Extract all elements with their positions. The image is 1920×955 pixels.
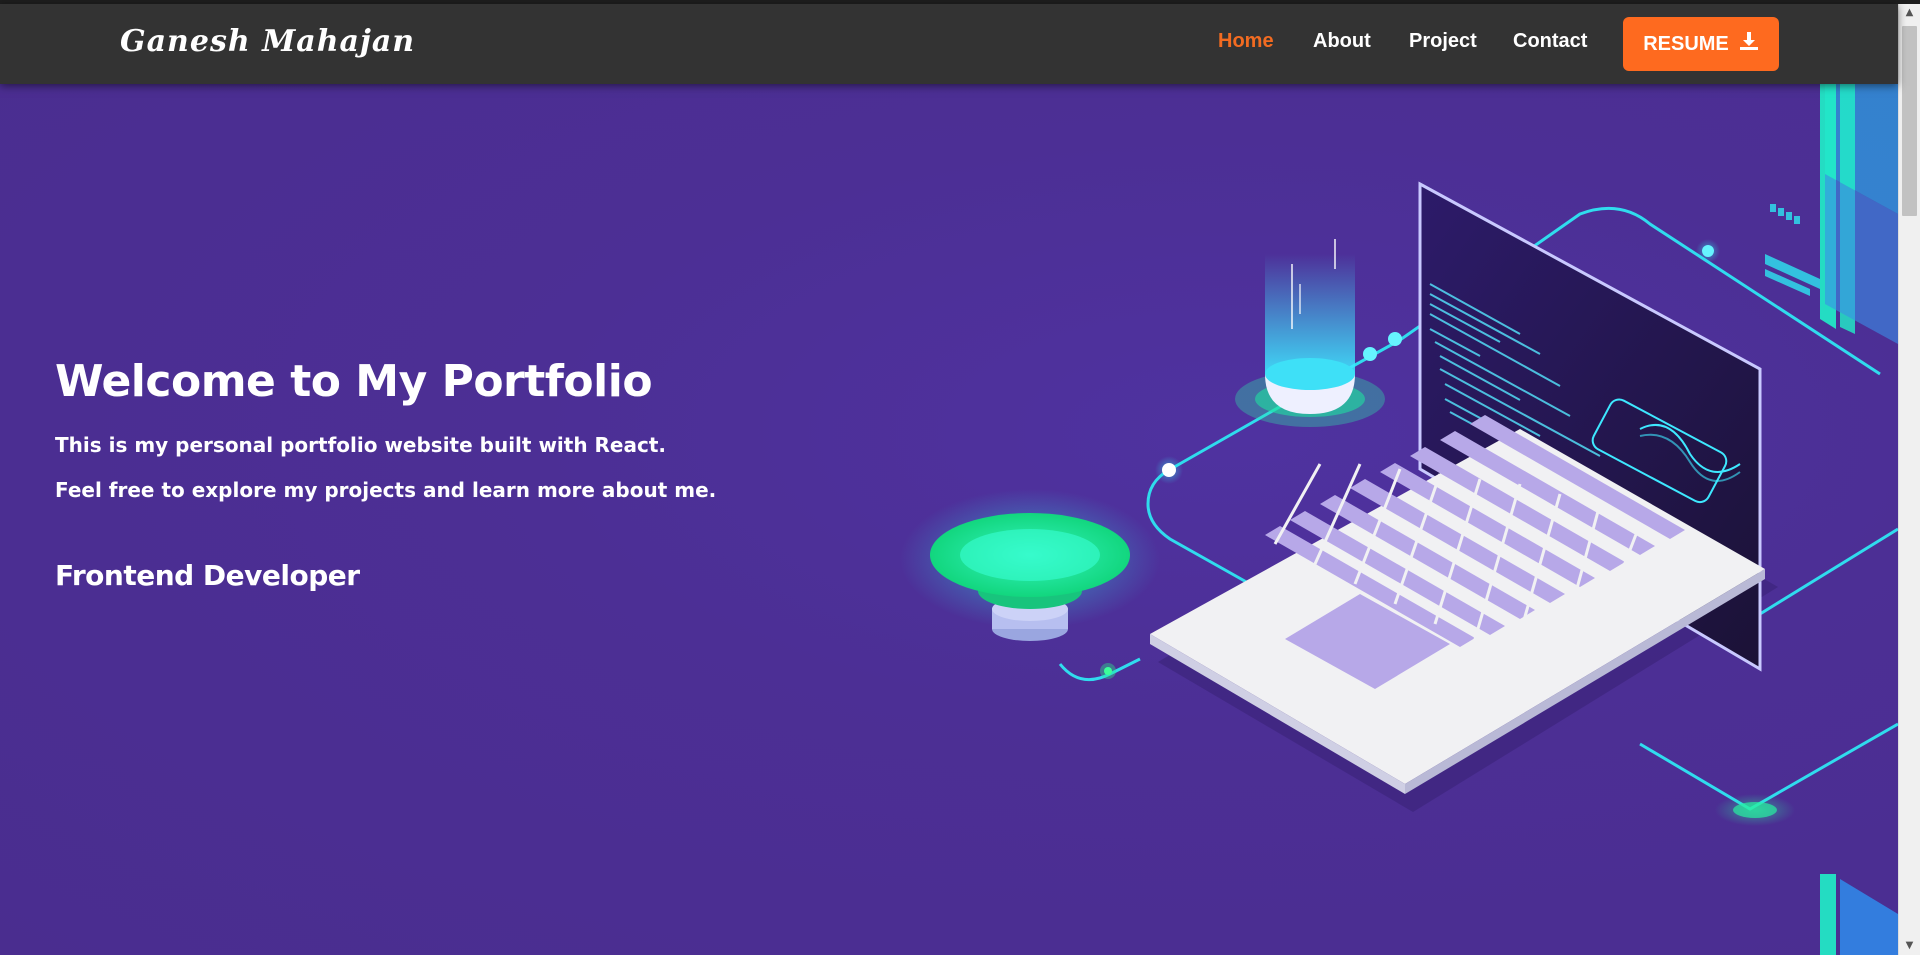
- hero-description-line-2: Feel free to explore my projects and lea…: [55, 478, 717, 502]
- scroll-up-arrow-icon[interactable]: ▲: [1899, 4, 1920, 22]
- scroll-down-arrow-icon[interactable]: ▼: [1899, 937, 1920, 955]
- laptop-illustration: [900, 84, 1898, 955]
- brand-logo[interactable]: Ganesh Mahajan: [120, 24, 415, 59]
- nav-link-project[interactable]: Project: [1409, 30, 1477, 53]
- nav-link-home[interactable]: Home: [1218, 30, 1274, 53]
- scrollbar-thumb[interactable]: [1902, 26, 1917, 216]
- vertical-scrollbar[interactable]: ▲ ▼: [1898, 4, 1920, 955]
- nav-link-about[interactable]: About: [1313, 30, 1371, 53]
- download-icon: [1739, 31, 1759, 57]
- navbar: Ganesh Mahajan Home About Project Contac…: [0, 4, 1898, 84]
- resume-button[interactable]: RESUME: [1623, 17, 1779, 71]
- resume-label: RESUME: [1643, 32, 1729, 55]
- nav-link-contact[interactable]: Contact: [1513, 30, 1587, 53]
- hero-section: Welcome to My Portfolio This is my perso…: [0, 84, 1898, 955]
- hero-title: Welcome to My Portfolio: [55, 356, 653, 407]
- hero-description-line-1: This is my personal portfolio website bu…: [55, 433, 667, 457]
- hero-role: Frontend Developer: [55, 559, 360, 592]
